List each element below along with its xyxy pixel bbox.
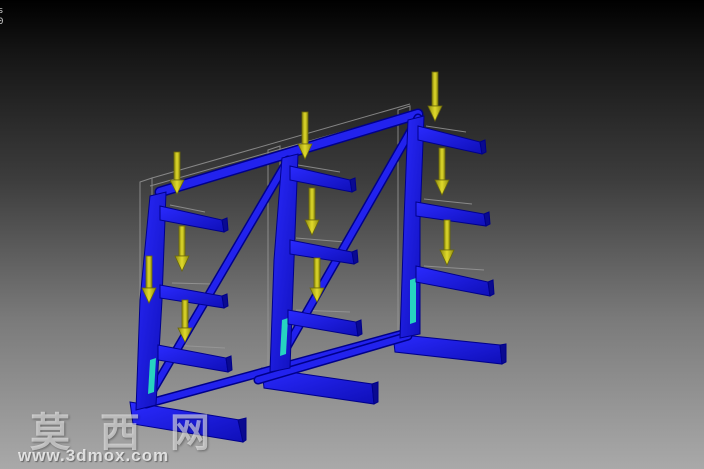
load-arrow: [439, 219, 455, 266]
watermark-url: www.3dmox.com: [18, 446, 170, 465]
load-arrow: [434, 147, 450, 196]
load-arrow: [427, 71, 443, 122]
load-arrow: [174, 225, 190, 272]
model-viewport[interactable]: s 0 莫 西 网 www.3dmox.com: [0, 0, 704, 469]
load-arrow: [304, 187, 320, 236]
cantilever-rack-model[interactable]: [0, 0, 704, 469]
